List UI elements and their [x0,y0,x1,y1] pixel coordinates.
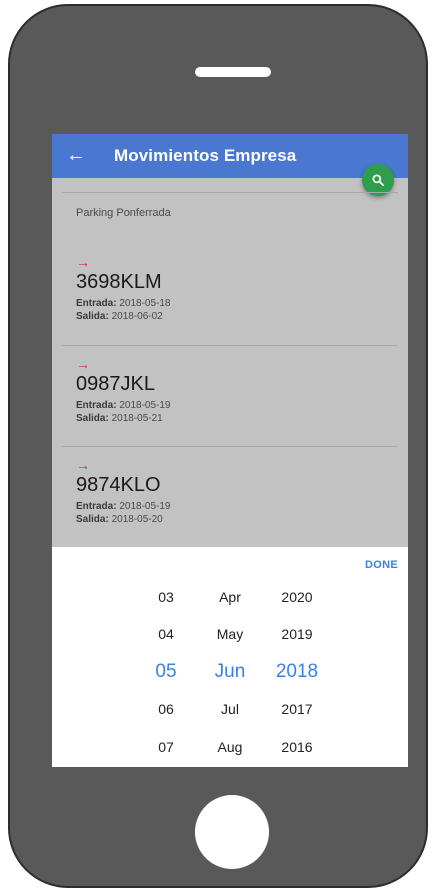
salida-date: 2018-06-02 [111,311,163,322]
year-option[interactable]: 2017 [270,699,324,719]
day-option-selected[interactable]: 05 [144,662,188,682]
day-option[interactable]: 03 [144,587,188,607]
year-option[interactable]: 2019 [270,624,324,644]
divider [62,446,398,447]
year-option[interactable]: 2016 [270,737,324,757]
salida-label: Salida: [76,311,109,322]
month-option[interactable]: Apr [206,587,254,607]
arrow-right-icon: → [76,254,90,270]
home-button[interactable] [195,795,269,869]
entrada-date: 2018-05-18 [119,298,171,309]
entrada-label: Entrada: [76,298,117,309]
salida-line: Salida: 2018-06-02 [76,311,163,323]
arrow-left-icon[interactable]: ← [66,143,86,167]
year-option-selected[interactable]: 2018 [270,662,324,682]
date-picker: DONE 03 04 05 06 07 Apr May Jun Jul Aug … [52,547,408,767]
app-screen: ← Movimientos Empresa Parking Ponferrada… [52,134,408,767]
divider [62,345,398,346]
entrada-label: Entrada: [76,400,117,411]
arrow-right-icon: → [76,457,90,473]
plate-number: 3698KLM [76,271,162,293]
day-option[interactable]: 07 [144,737,188,757]
year-option[interactable]: 2020 [270,587,324,607]
month-option[interactable]: May [206,624,254,644]
day-option[interactable]: 06 [144,699,188,719]
month-wheel[interactable]: Apr May Jun Jul Aug [206,587,254,767]
salida-date: 2018-05-21 [111,413,163,424]
day-wheel[interactable]: 03 04 05 06 07 [144,587,188,767]
entrada-line: Entrada: 2018-05-18 [76,298,171,310]
app-bar: ← Movimientos Empresa [52,134,408,178]
search-icon [372,174,385,187]
salida-label: Salida: [76,514,109,525]
arrow-right-icon: → [76,356,90,372]
done-button[interactable]: DONE [365,559,398,571]
month-option-selected[interactable]: Jun [206,662,254,682]
entrada-date: 2018-05-19 [119,501,171,512]
year-wheel[interactable]: 2020 2019 2018 2017 2016 [270,587,324,767]
page-title: Movimientos Empresa [114,146,297,165]
plate-number: 0987JKL [76,373,155,395]
month-option[interactable]: Aug [206,737,254,757]
day-option[interactable]: 04 [144,624,188,644]
entrada-line: Entrada: 2018-05-19 [76,400,171,412]
salida-label: Salida: [76,413,109,424]
salida-line: Salida: 2018-05-21 [76,413,163,425]
entrada-label: Entrada: [76,501,117,512]
salida-date: 2018-05-20 [111,514,163,525]
entrada-line: Entrada: 2018-05-19 [76,501,171,513]
month-option[interactable]: Jul [206,699,254,719]
phone-speaker [195,67,271,77]
plate-number: 9874KLO [76,474,161,496]
divider [62,192,398,193]
salida-line: Salida: 2018-05-20 [76,514,163,526]
entrada-date: 2018-05-19 [119,400,171,411]
location-label: Parking Ponferrada [76,207,171,219]
